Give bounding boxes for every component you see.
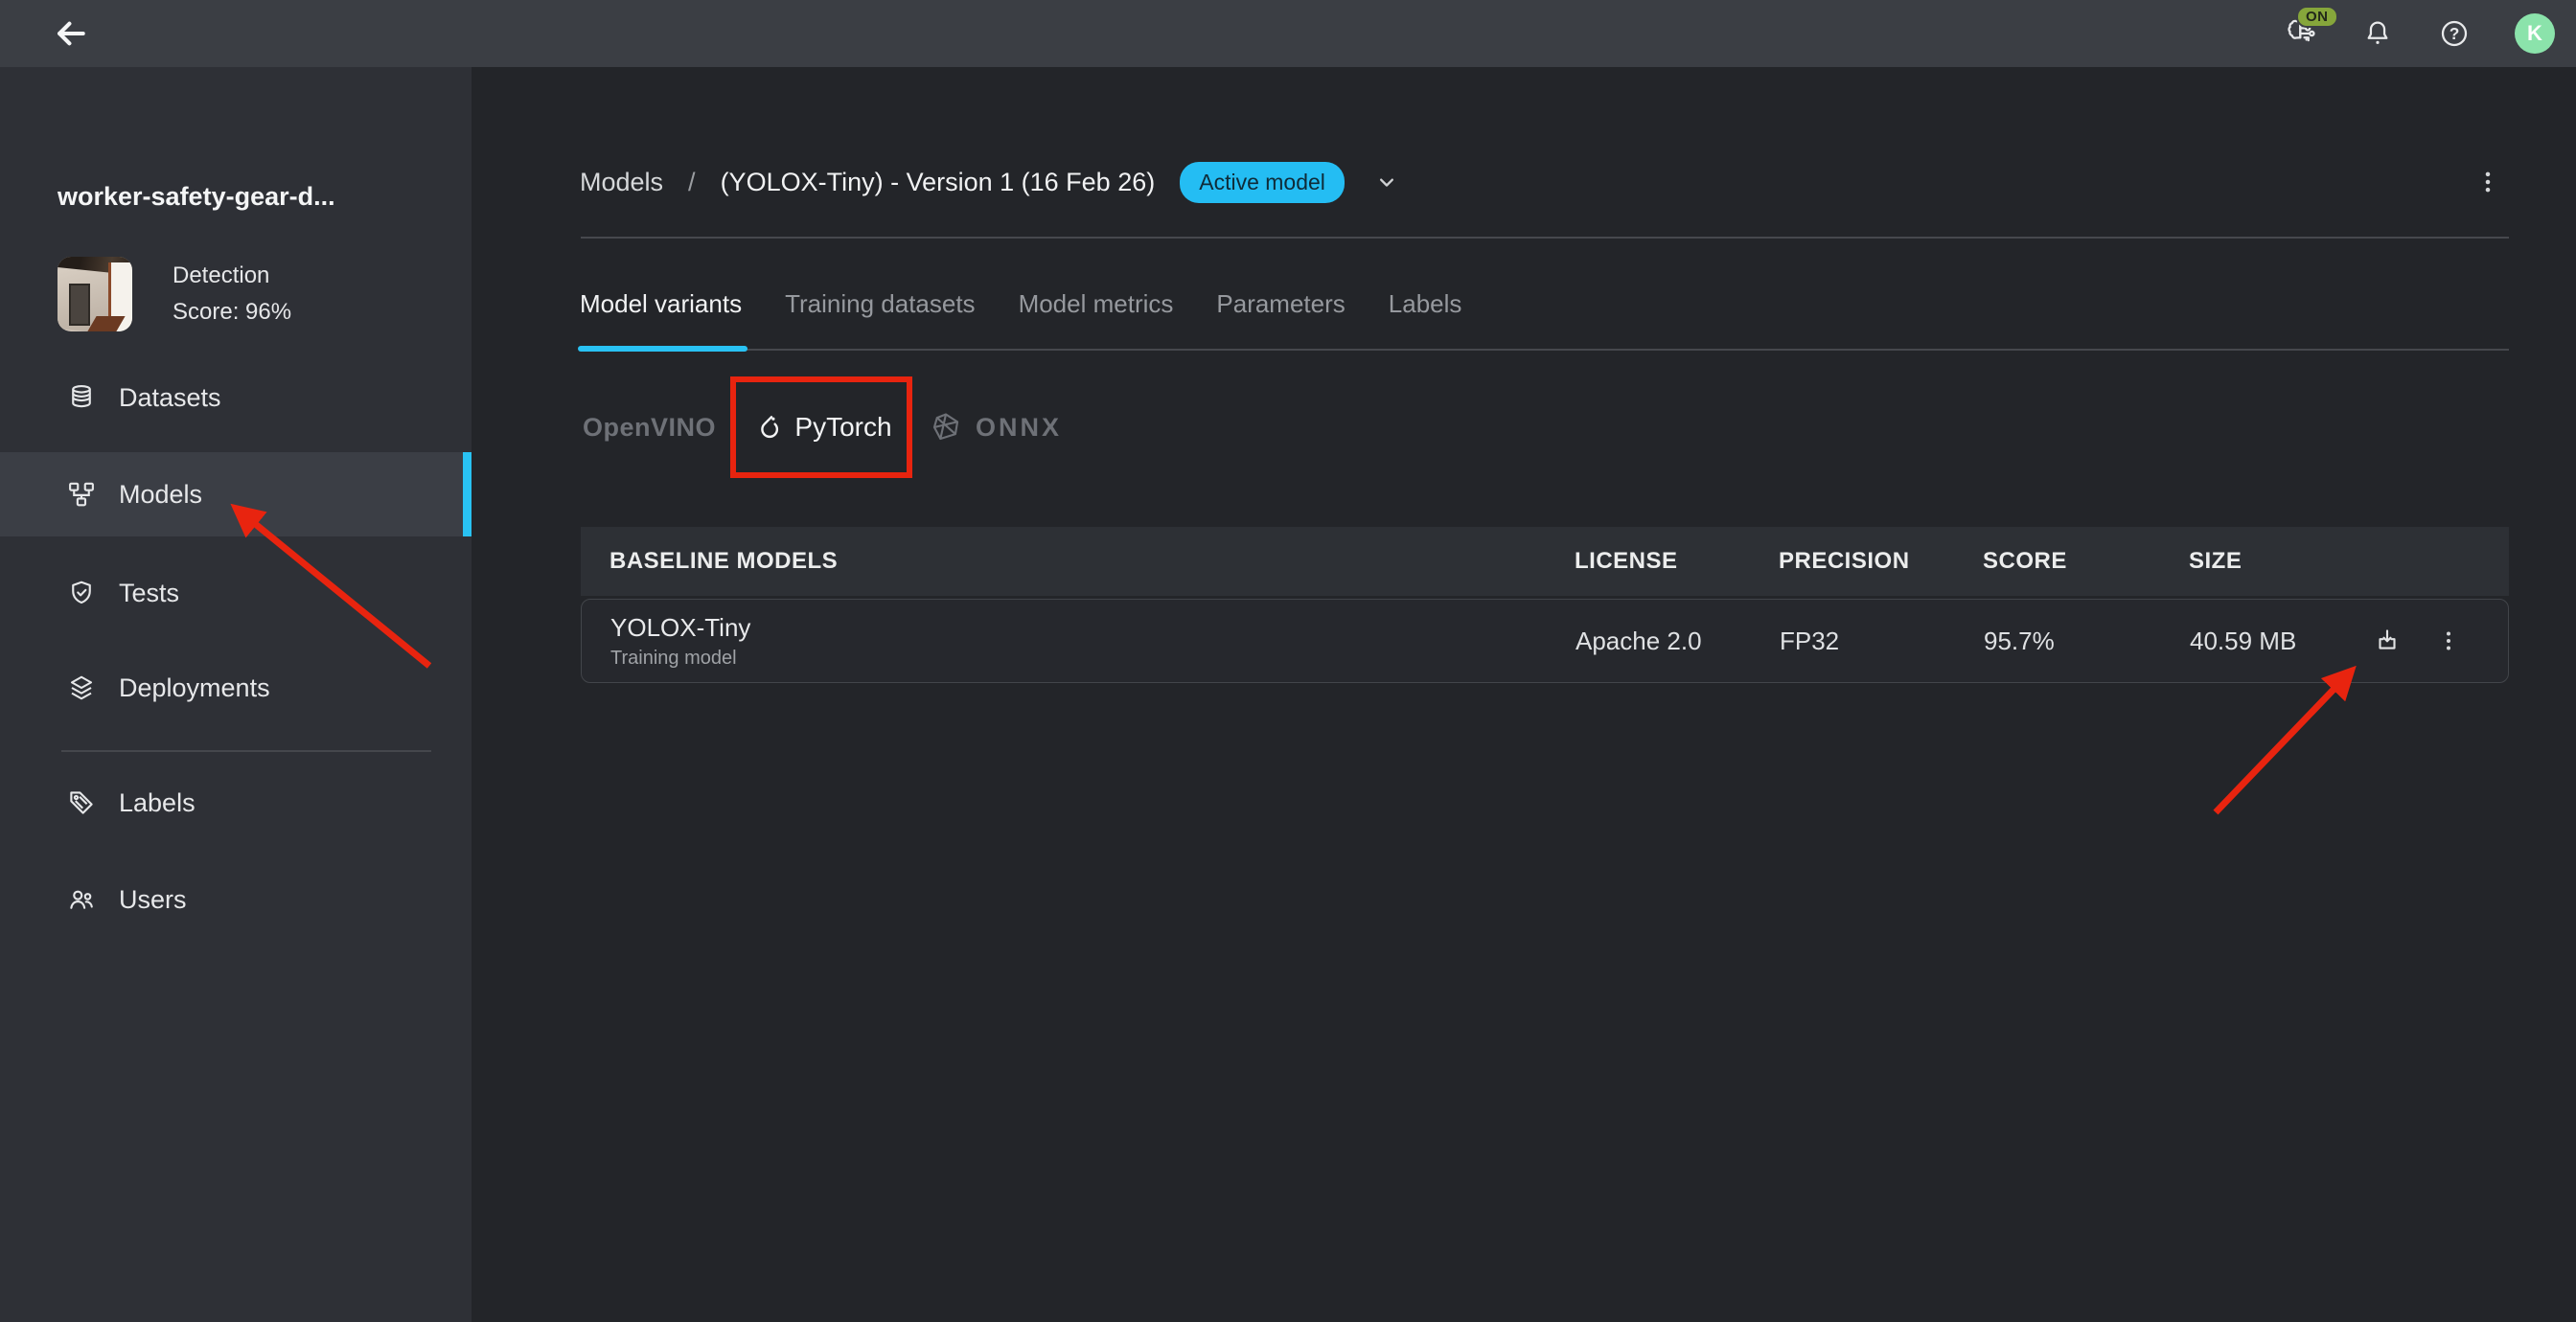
cell-precision: FP32 <box>1780 600 1839 682</box>
onnx-wordmark: ONNX <box>976 413 1062 443</box>
topbar-actions: ON ? K <box>2285 13 2555 54</box>
sidebar-divider <box>61 750 431 752</box>
column-score: SCORE <box>1983 527 2067 596</box>
sidebar-item-users[interactable]: Users <box>0 857 472 942</box>
bell-icon <box>2362 18 2393 49</box>
models-hierarchy-icon <box>67 480 96 509</box>
openvino-wordmark: OpenVINO <box>583 413 716 443</box>
active-model-badge: Active model <box>1180 162 1345 203</box>
version-dropdown-button[interactable] <box>1373 169 1400 195</box>
notifications-button[interactable] <box>2361 17 2394 50</box>
sidebar-item-models[interactable]: Models <box>0 452 472 536</box>
framework-onnx[interactable]: ONNX <box>930 379 1062 475</box>
main-content: Models / (YOLOX-Tiny) - Version 1 (16 Fe… <box>472 67 2576 1322</box>
tab-labels[interactable]: Labels <box>1389 289 1462 336</box>
help-icon: ? <box>2439 18 2470 49</box>
page-menu-button[interactable] <box>2467 161 2509 203</box>
tabs-divider <box>581 349 2509 351</box>
tab-model-metrics[interactable]: Model metrics <box>1019 289 1174 336</box>
svg-text:?: ? <box>2450 24 2460 43</box>
shield-check-icon <box>67 579 96 607</box>
project-thumbnail[interactable] <box>58 257 132 331</box>
project-name: worker-safety-gear-d... <box>58 182 335 212</box>
model-tabs: Model variants Training datasets Model m… <box>580 289 1461 336</box>
auto-training-button[interactable]: ON <box>2285 17 2317 50</box>
pytorch-flame-icon <box>750 412 781 443</box>
table-header: BASELINE MODELS LICENSE PRECISION SCORE … <box>581 527 2509 596</box>
breadcrumb-separator: / <box>688 168 696 197</box>
database-icon <box>67 383 96 412</box>
framework-selector: OpenVINO PyTorch ONNX <box>472 379 2576 475</box>
framework-openvino[interactable]: OpenVINO <box>583 379 716 475</box>
task-score-label: Score: 96% <box>172 299 291 326</box>
users-icon <box>67 885 96 914</box>
sidebar-item-datasets[interactable]: Datasets <box>0 355 472 440</box>
kebab-menu-icon <box>2475 170 2500 194</box>
table-row[interactable]: YOLOX-Tiny Training model Apache 2.0 FP3… <box>581 599 2509 683</box>
sidebar-item-label: Labels <box>119 788 196 818</box>
sidebar-item-tests[interactable]: Tests <box>0 551 472 635</box>
framework-pytorch[interactable]: PyTorch <box>733 379 909 475</box>
active-tab-underline <box>578 346 748 352</box>
sidebar-item-label: Tests <box>119 579 179 608</box>
breadcrumb-current-model: (YOLOX-Tiny) - Version 1 (16 Feb 26) <box>721 168 1156 197</box>
header-divider <box>581 237 2509 239</box>
column-size: SIZE <box>2189 527 2242 596</box>
sidebar-item-label: Datasets <box>119 383 221 413</box>
download-model-button[interactable] <box>2366 620 2408 662</box>
back-arrow-icon <box>53 15 89 52</box>
model-name: YOLOX-Tiny <box>610 613 750 643</box>
sidebar-item-label: Models <box>119 480 202 510</box>
top-bar: ON ? K <box>0 0 2576 67</box>
sidebar-item-label: Users <box>119 885 187 915</box>
auto-training-on-badge: ON <box>2296 6 2338 28</box>
kebab-menu-icon <box>2437 629 2460 652</box>
baseline-models-table: BASELINE MODELS LICENSE PRECISION SCORE … <box>581 527 2509 683</box>
tab-parameters[interactable]: Parameters <box>1216 289 1345 336</box>
back-button[interactable] <box>50 12 92 55</box>
sidebar-item-label: Deployments <box>119 673 270 703</box>
cell-license: Apache 2.0 <box>1576 600 1702 682</box>
download-icon <box>2373 627 2402 655</box>
breadcrumb: Models / (YOLOX-Tiny) - Version 1 (16 Fe… <box>580 159 1400 205</box>
cell-size: 40.59 MB <box>2190 600 2296 682</box>
breadcrumb-models-link[interactable]: Models <box>580 168 663 197</box>
tab-training-datasets[interactable]: Training datasets <box>785 289 975 336</box>
cell-score: 95.7% <box>1984 600 2055 682</box>
column-license: LICENSE <box>1575 527 1678 596</box>
task-type-label: Detection <box>172 262 269 289</box>
onnx-icon <box>930 411 962 444</box>
sidebar-item-labels[interactable]: Labels <box>0 761 472 845</box>
column-precision: PRECISION <box>1779 527 1910 596</box>
model-subtitle: Training model <box>610 648 737 670</box>
row-menu-button[interactable] <box>2427 620 2470 662</box>
layers-icon <box>67 673 96 702</box>
table-title: BASELINE MODELS <box>610 548 838 575</box>
sidebar-item-deployments[interactable]: Deployments <box>0 646 472 730</box>
user-avatar[interactable]: K <box>2515 13 2555 54</box>
pytorch-wordmark: PyTorch <box>794 412 891 443</box>
help-button[interactable]: ? <box>2438 17 2471 50</box>
tab-model-variants[interactable]: Model variants <box>580 289 742 336</box>
app-window: ON ? K worker-safety-gear-d... Detection… <box>0 0 2576 1322</box>
sidebar: worker-safety-gear-d... Detection Score:… <box>0 67 472 1322</box>
tag-icon <box>67 788 96 817</box>
chevron-down-icon <box>1373 169 1400 195</box>
